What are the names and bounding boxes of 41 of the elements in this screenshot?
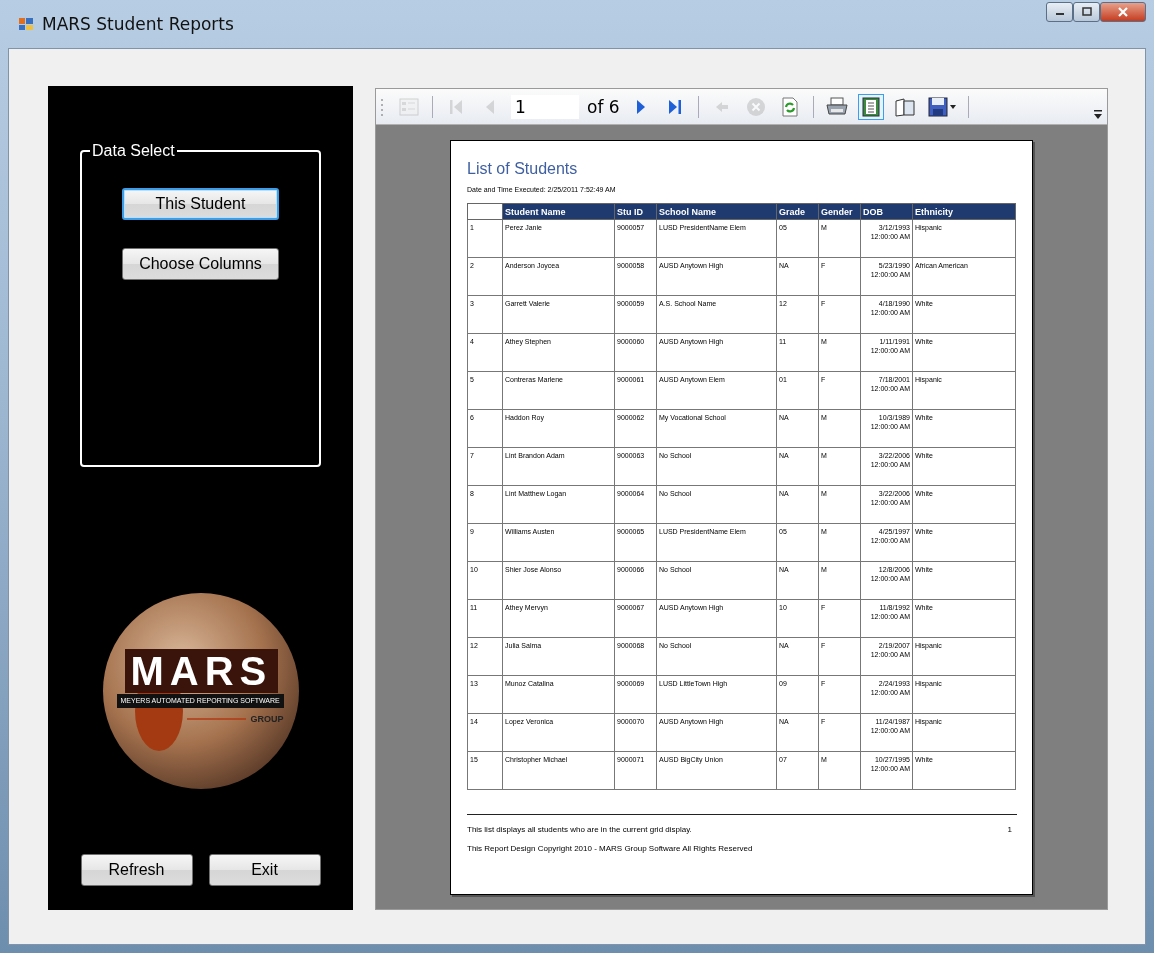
refresh-icon <box>780 96 799 117</box>
close-icon <box>1116 6 1130 18</box>
copyright-text: This Report Design Copyright 2010 - MARS Group Software All Rights Reserved <box>467 844 754 853</box>
overflow-icon[interactable] <box>1093 108 1103 120</box>
logo-title: MARS <box>124 649 279 693</box>
maximize-icon <box>1080 7 1093 17</box>
action-button[interactable]: This Student <box>122 188 279 220</box>
maximize-button[interactable] <box>1073 2 1100 22</box>
column-header: Student Name <box>502 203 615 220</box>
group-label: Data Select <box>91 142 176 160</box>
footer-note: This list displays all students who are in the current grid display. <box>467 825 692 834</box>
action-button[interactable]: Choose Columns <box>122 248 279 280</box>
floppy-disk-icon <box>927 96 956 117</box>
toolbar-button[interactable] <box>857 93 884 120</box>
logo-group-text: GROUP <box>250 714 284 724</box>
minimize-button[interactable] <box>1046 2 1073 22</box>
column-header: School Name <box>656 203 777 220</box>
page-icon <box>860 96 881 117</box>
page-number: 1 <box>1007 825 1012 834</box>
close-button[interactable] <box>1100 2 1146 22</box>
column-header: DOB <box>860 203 913 220</box>
printer-icon <box>825 96 848 117</box>
column-header: Ethnicity <box>912 203 1016 220</box>
action-button[interactable]: Refresh <box>80 854 193 886</box>
column-header: Grade <box>776 203 819 220</box>
column-header: Gender <box>818 203 861 220</box>
grip-icon[interactable] <box>380 96 384 117</box>
report-title: List of Students <box>467 160 579 178</box>
app-icon <box>18 16 34 32</box>
page-count: of 6 <box>587 96 620 117</box>
list-panel-icon <box>399 97 419 116</box>
last-page-icon <box>666 97 683 116</box>
column-header: Stu ID <box>614 203 657 220</box>
stop-icon <box>745 96 766 117</box>
window-title: MARS Student Reports <box>42 14 234 34</box>
first-page-icon <box>448 97 464 116</box>
page-number-field[interactable]: 1 <box>511 94 579 119</box>
previous-page-icon <box>484 97 496 116</box>
next-page-icon <box>634 97 647 116</box>
book-icon <box>893 96 916 117</box>
action-button[interactable]: Exit <box>208 854 321 886</box>
